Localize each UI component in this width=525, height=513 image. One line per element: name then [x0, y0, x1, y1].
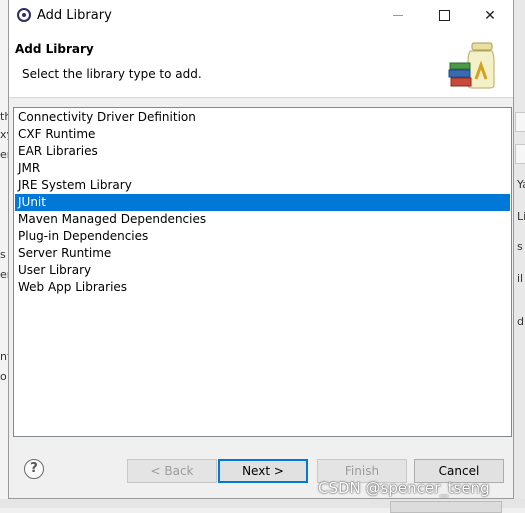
bg-tab: [515, 144, 525, 164]
bg-button-fragment: [390, 501, 502, 513]
add-library-dialog: Add Library ✕ Add Library Select the lib…: [8, 0, 514, 499]
bg-fragment: o: [0, 370, 7, 383]
eclipse-icon: [17, 8, 31, 22]
minimize-icon: [393, 15, 403, 16]
help-icon[interactable]: ?: [24, 459, 44, 479]
list-item-selected[interactable]: JUnit: [15, 194, 510, 211]
bg-fragment: il: [517, 272, 524, 285]
close-button[interactable]: ✕: [467, 0, 513, 31]
next-button[interactable]: Next >: [218, 459, 308, 483]
list-item[interactable]: JMR: [15, 160, 510, 177]
title-bar: Add Library ✕: [9, 0, 513, 31]
background-ide-bottom: [0, 499, 525, 513]
minimize-button[interactable]: [375, 0, 421, 31]
list-item[interactable]: User Library: [15, 262, 510, 279]
list-item[interactable]: Server Runtime: [15, 245, 510, 262]
list-item[interactable]: Plug-in Dependencies: [15, 228, 510, 245]
close-icon: ✕: [484, 7, 496, 24]
list-item[interactable]: JRE System Library: [15, 177, 510, 194]
bg-tab: [515, 112, 525, 132]
list-item[interactable]: CXF Runtime: [15, 126, 510, 143]
library-jar-icon: [448, 42, 495, 89]
bg-fragment: Ya: [517, 178, 525, 191]
maximize-button[interactable]: [421, 0, 467, 31]
wizard-description: Select the library type to add.: [22, 67, 202, 81]
background-ide-right: Ya Li s il d: [514, 0, 525, 508]
back-button[interactable]: < Back: [127, 459, 217, 483]
list-item[interactable]: Web App Libraries: [15, 279, 510, 296]
library-type-list[interactable]: Connectivity Driver Definition CXF Runti…: [13, 107, 512, 437]
list-item[interactable]: EAR Libraries: [15, 143, 510, 160]
wizard-header: Add Library Select the library type to a…: [9, 31, 513, 98]
bg-fragment: s: [517, 240, 523, 253]
maximize-icon: [438, 10, 450, 21]
list-item[interactable]: Connectivity Driver Definition: [15, 109, 510, 126]
wizard-title: Add Library: [15, 42, 94, 56]
list-item[interactable]: Maven Managed Dependencies: [15, 211, 510, 228]
watermark: CSDN @spencer_tseng: [318, 479, 490, 497]
window-title: Add Library: [37, 8, 112, 23]
bg-fragment: d: [517, 315, 524, 328]
bg-fragment: Li: [517, 210, 525, 223]
bg-fragment: s: [0, 248, 6, 261]
